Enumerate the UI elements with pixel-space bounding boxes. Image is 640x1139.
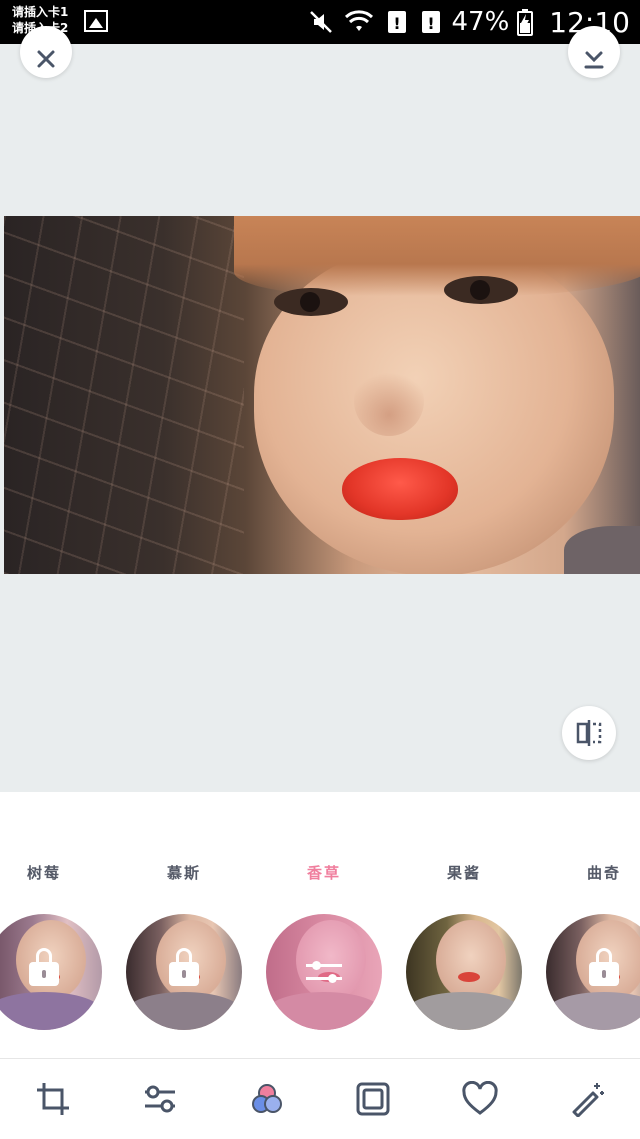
filter-label: 慕斯: [166, 864, 201, 882]
adjust-intensity-icon[interactable]: [306, 960, 342, 984]
frame-button[interactable]: [343, 1069, 403, 1129]
filters-button[interactable]: [237, 1069, 297, 1129]
thumb-coat: [0, 992, 102, 1030]
lock-icon: [589, 948, 619, 986]
filter-label: 曲奇: [586, 864, 621, 882]
favorite-button[interactable]: [450, 1069, 510, 1129]
thumb-coat: [406, 992, 522, 1030]
lock-icon: [169, 948, 199, 986]
close-button[interactable]: [20, 26, 72, 78]
battery-charging-icon: [517, 9, 534, 36]
compare-button[interactable]: [562, 706, 616, 760]
filter-label-active: 香草: [306, 864, 341, 882]
filter-thumbnail-selected[interactable]: [266, 914, 382, 1030]
close-icon: [37, 50, 55, 68]
right-eye-shape: [444, 276, 518, 304]
thumb-coat: [546, 992, 640, 1030]
magic-wand-button[interactable]: [557, 1069, 617, 1129]
filter-thumbnail[interactable]: [546, 914, 640, 1030]
filter-label: 果酱: [446, 864, 481, 882]
nose-shape: [354, 366, 424, 436]
heart-icon: [462, 1081, 498, 1115]
photo-editor-canvas: [0, 26, 640, 792]
sim1-text: 请插入卡1: [12, 5, 69, 19]
battery-percent: 47%: [451, 7, 510, 37]
adjust-icon: [144, 1085, 175, 1113]
filters-icon: [251, 1084, 282, 1113]
filter-jam[interactable]: 果酱: [404, 862, 524, 1030]
photo-preview[interactable]: [4, 216, 640, 574]
thumb-coat: [126, 992, 242, 1030]
save-button[interactable]: [568, 26, 620, 78]
wifi-icon: [344, 10, 373, 31]
filter-cookie[interactable]: 曲奇: [544, 862, 640, 1030]
filter-strip: 树莓 慕斯 香草 果酱 曲奇: [0, 792, 640, 1058]
status-bar: 请插入卡1 请插入卡2 ! ! 47% 12:10: [0, 0, 640, 44]
sim2-alert-icon: !: [421, 11, 440, 33]
bottom-toolbar: [0, 1058, 640, 1139]
lips-shape: [342, 458, 458, 520]
svg-text:!: !: [393, 14, 400, 33]
background-texture: [4, 216, 244, 574]
filter-thumbnail[interactable]: [126, 914, 242, 1030]
shoulder-shape: [564, 526, 640, 574]
lock-icon: [29, 948, 59, 986]
adjust-button[interactable]: [130, 1069, 190, 1129]
mute-icon: [309, 11, 332, 33]
image-notification-icon: [84, 10, 108, 32]
svg-text:!: !: [427, 14, 434, 33]
thumb-face: [436, 920, 506, 1000]
filter-mousse[interactable]: 慕斯: [124, 862, 244, 1030]
download-icon: [584, 51, 604, 69]
thumb-lips: [458, 972, 480, 982]
crop-button[interactable]: [23, 1069, 83, 1129]
filter-vanilla[interactable]: 香草: [264, 862, 384, 1030]
sim1-alert-icon: !: [387, 11, 406, 33]
left-eye-shape: [274, 288, 348, 316]
hair-shape: [234, 216, 640, 296]
filter-thumbnail[interactable]: [406, 914, 522, 1030]
filter-thumbnail[interactable]: [0, 914, 102, 1030]
crop-icon: [37, 1083, 70, 1115]
magic-wand-icon: [572, 1083, 604, 1117]
frame-icon: [356, 1082, 390, 1116]
filter-raspberry[interactable]: 树莓: [0, 862, 104, 1030]
thumb-coat: [266, 992, 382, 1030]
filter-label: 树莓: [26, 864, 61, 882]
compare-icon: [576, 720, 602, 746]
